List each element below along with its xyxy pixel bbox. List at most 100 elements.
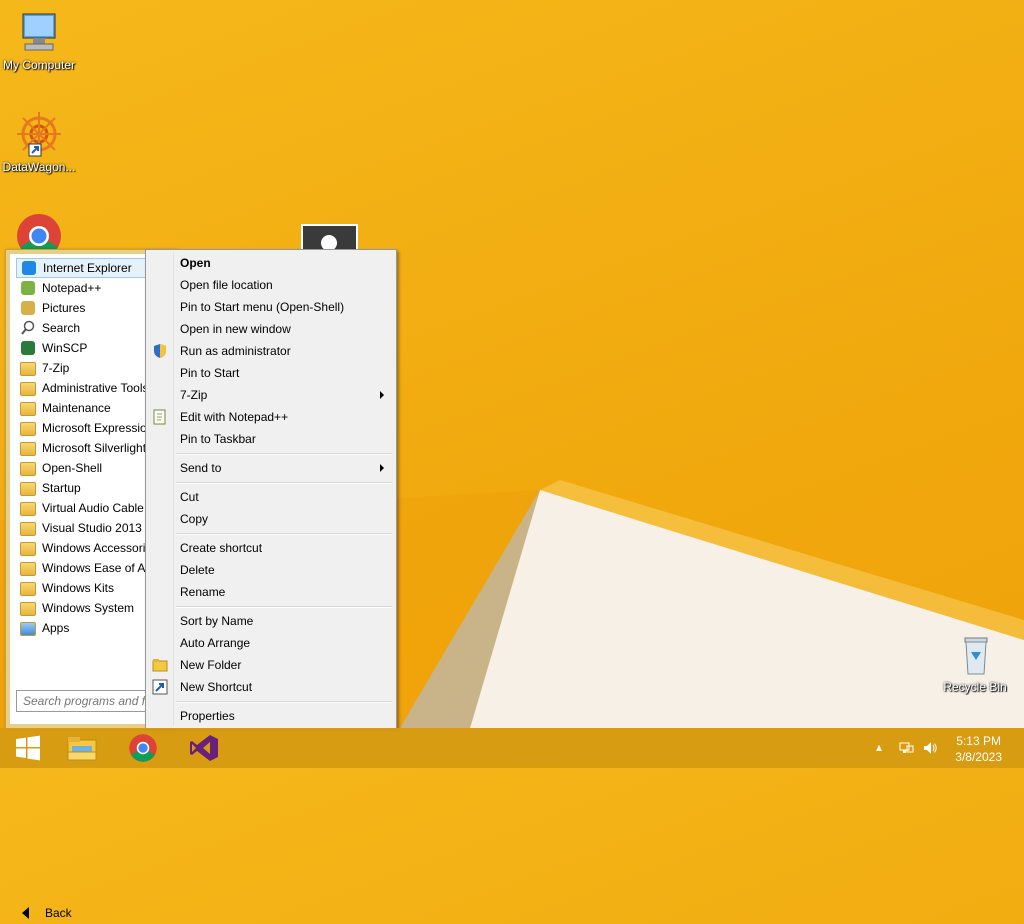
back-arrow-icon (22, 907, 29, 919)
menu-item-create-shortcut[interactable]: Create shortcut (148, 537, 394, 559)
apps-folder-icon (20, 620, 36, 636)
folder-icon (20, 540, 36, 556)
search-programs-input[interactable] (16, 690, 156, 712)
desktop-icon-my-computer[interactable]: My Computer (0, 8, 78, 72)
menu-item-open[interactable]: Open (148, 252, 394, 274)
desktop-icon-recycle-bin[interactable]: Recycle Bin (936, 630, 1014, 694)
chrome-taskbar-button[interactable] (115, 728, 171, 768)
menu-item-label: Pin to Taskbar (180, 432, 256, 446)
menu-item-cut[interactable]: Cut (148, 486, 394, 508)
visual-studio-button[interactable] (176, 728, 232, 768)
menu-item-label: Open file location (180, 278, 273, 292)
menu-item-open-file-location[interactable]: Open file location (148, 274, 394, 296)
program-label: Internet Explorer (43, 261, 132, 275)
program-label: Windows Accessories (42, 541, 159, 555)
program-label: 7-Zip (42, 361, 70, 375)
folder-icon (20, 500, 36, 516)
internet-explorer-icon (21, 260, 37, 276)
uac-shield-icon (152, 343, 168, 359)
program-label: Notepad++ (42, 281, 102, 295)
desktop-icon-label: DataWagon... (2, 160, 76, 174)
menu-item-label: Open in new window (180, 322, 291, 336)
menu-item-rename[interactable]: Rename (148, 581, 394, 603)
file-explorer-button[interactable] (54, 728, 110, 768)
folder-icon (20, 520, 36, 536)
program-label: Maintenance (42, 401, 111, 415)
system-clock[interactable]: 5:13 PM 3/8/2023 (955, 733, 1002, 765)
menu-item-copy[interactable]: Copy (148, 508, 394, 530)
taskbar: ▴ 5:13 PM 3/8/2023 (0, 728, 1024, 768)
notepad-plus-plus-icon (152, 409, 168, 425)
menu-item-label: Open (180, 256, 211, 270)
menu-separator (176, 453, 392, 455)
winscp-icon (20, 340, 36, 356)
menu-item-7-zip[interactable]: 7-Zip (148, 384, 394, 406)
menu-item-new-shortcut[interactable]: New Shortcut (148, 676, 394, 698)
menu-item-label: New Folder (180, 658, 242, 672)
program-label: Search (42, 321, 81, 335)
menu-item-label: Delete (180, 563, 215, 577)
menu-separator (176, 701, 392, 703)
program-label: Administrative Tools (42, 381, 149, 395)
clock-time: 5:13 PM (956, 734, 1001, 748)
menu-item-run-as-administrator[interactable]: Run as administrator (148, 340, 394, 362)
folder-icon (20, 580, 36, 596)
menu-item-open-in-new-window[interactable]: Open in new window (148, 318, 394, 340)
menu-item-delete[interactable]: Delete (148, 559, 394, 581)
submenu-arrow-icon (380, 464, 384, 472)
program-label: Open-Shell (42, 461, 103, 475)
menu-item-new-folder[interactable]: New Folder (148, 654, 394, 676)
volume-icon[interactable] (922, 740, 938, 759)
computer-icon (15, 8, 63, 56)
program-label: Apps (42, 621, 70, 635)
network-icon[interactable] (898, 740, 914, 759)
desktop-icon-label: Recycle Bin (943, 680, 1007, 694)
folder-icon (20, 360, 36, 376)
context-menu: Open Open file location Pin to Start menu … (145, 249, 397, 729)
menu-item-label: 7-Zip (180, 388, 208, 402)
menu-item-label: Sort by Name (180, 614, 254, 628)
program-label: Pictures (42, 301, 86, 315)
menu-item-label: Create shortcut (180, 541, 263, 555)
desktop-icon-label: My Computer (2, 58, 76, 72)
program-label: Startup (42, 481, 81, 495)
program-label: WinSCP (42, 341, 88, 355)
window-thumbnail (301, 224, 358, 252)
back-button[interactable]: Back (16, 902, 156, 924)
shortcut-icon (152, 679, 168, 695)
menu-item-label: Edit with Notepad++ (180, 410, 289, 424)
menu-item-label: Send to (180, 461, 222, 475)
folder-icon (20, 440, 36, 456)
file-explorer-icon (67, 737, 97, 761)
submenu-arrow-icon (380, 391, 384, 399)
menu-item-label: Pin to Start menu (Open-Shell) (180, 300, 345, 314)
menu-item-edit-with-notepad[interactable]: Edit with Notepad++ (148, 406, 394, 428)
program-label: Microsoft Expression (42, 421, 154, 435)
menu-item-label: Properties (180, 709, 235, 723)
menu-item-label: Auto Arrange (180, 636, 251, 650)
program-label: Virtual Audio Cable (42, 501, 144, 515)
show-hidden-icons-chevron[interactable]: ▴ (876, 740, 882, 754)
menu-item-sort-by-name[interactable]: Sort by Name (148, 610, 394, 632)
folder-icon (20, 400, 36, 416)
clock-date: 3/8/2023 (955, 750, 1002, 764)
menu-item-label: Cut (180, 490, 199, 504)
menu-item-auto-arrange[interactable]: Auto Arrange (148, 632, 394, 654)
folder-icon (20, 460, 36, 476)
menu-item-send-to[interactable]: Send to (148, 457, 394, 479)
desktop-icon-datawagon[interactable]: DataWagon... (0, 110, 78, 174)
menu-item-pin-to-start-menu-open-shell[interactable]: Pin to Start menu (Open-Shell) (148, 296, 394, 318)
program-label: Visual Studio 2013 (42, 521, 142, 535)
start-button[interactable] (0, 728, 56, 768)
folder-icon (20, 560, 36, 576)
program-label: Windows Kits (42, 581, 115, 595)
chrome-icon (129, 734, 157, 762)
datawagon-shortcut-icon (15, 110, 63, 158)
menu-separator (176, 482, 392, 484)
folder-icon (20, 380, 36, 396)
menu-item-properties[interactable]: Properties (148, 705, 394, 727)
menu-item-label: Run as administrator (180, 344, 291, 358)
search-icon (20, 320, 36, 336)
menu-item-pin-to-start[interactable]: Pin to Start (148, 362, 394, 384)
menu-item-pin-to-taskbar[interactable]: Pin to Taskbar (148, 428, 394, 450)
